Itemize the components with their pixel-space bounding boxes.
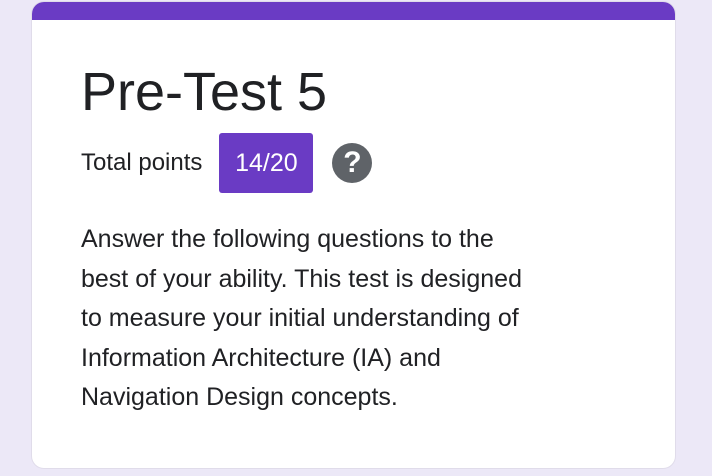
score-badge: 14/20 (219, 133, 314, 193)
total-points-label: Total points (81, 149, 203, 176)
form-header-card: Pre-Test 5 Total points 14/20 ? Answer t… (32, 2, 675, 468)
total-points-row: Total points 14/20 ? (81, 133, 373, 193)
form-description: Answer the following questions to the be… (81, 225, 522, 411)
form-title: Pre-Test 5 (81, 62, 328, 122)
help-icon[interactable]: ? (332, 143, 373, 183)
card-accent-bar (32, 2, 675, 20)
